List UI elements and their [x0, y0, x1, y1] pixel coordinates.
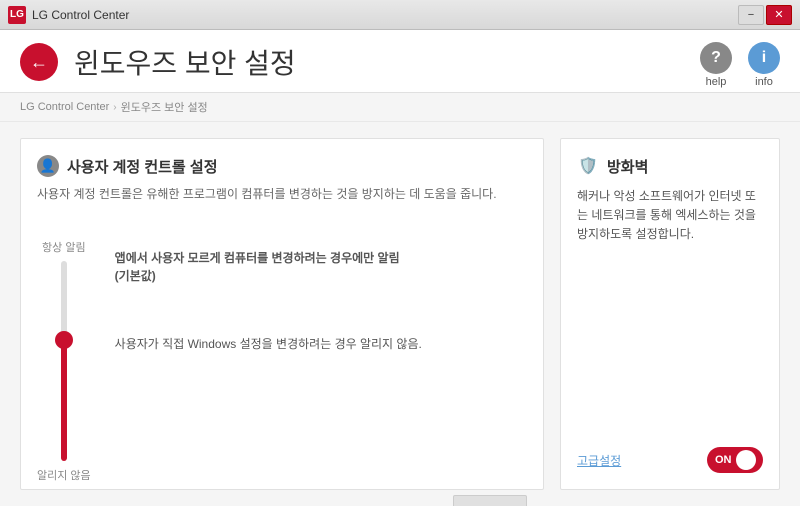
- window-controls: − ✕: [738, 5, 792, 25]
- firewall-header: 🛡️ 방화벽: [577, 155, 763, 177]
- user-account-icon: 👤: [37, 155, 59, 177]
- slider-dot-1: [61, 379, 67, 385]
- firewall-icon: 🛡️: [577, 155, 599, 177]
- info-label: info: [755, 76, 773, 88]
- toggle-knob: [736, 450, 756, 470]
- breadcrumb-separator: ›: [113, 102, 116, 113]
- info-button[interactable]: i info: [748, 42, 780, 88]
- breadcrumb-home[interactable]: LG Control Center: [20, 101, 109, 113]
- firewall-footer: 고급설정 ON: [577, 447, 763, 473]
- help-label: help: [706, 76, 727, 88]
- back-icon: ←: [30, 52, 48, 73]
- firewall-toggle[interactable]: ON: [707, 447, 763, 473]
- slider-option-1: 앱에서 사용자 모르게 컴퓨터를 변경하려는 경우에만 알림(기본값): [115, 249, 527, 285]
- breadcrumb-current: 윈도우즈 보안 설정: [121, 99, 208, 115]
- close-button[interactable]: ✕: [766, 5, 792, 25]
- minimize-button[interactable]: −: [738, 5, 764, 25]
- advanced-settings-link[interactable]: 고급설정: [577, 452, 621, 469]
- slider-dot-2: [61, 426, 67, 432]
- slider-top-label: 항상 알림: [42, 239, 86, 255]
- header-icons: ? help i info: [700, 42, 780, 88]
- help-button[interactable]: ? help: [700, 42, 732, 88]
- main-window: ← 윈도우즈 보안 설정 ? help i info LG Control Ce…: [0, 30, 800, 506]
- uac-slider-area: 항상 알림 알리지 않음: [37, 219, 527, 483]
- apply-button[interactable]: 적용: [453, 495, 527, 506]
- info-circle: i: [748, 42, 780, 74]
- apply-button-area: 적용: [37, 495, 527, 506]
- slider-option-2: 사용자가 직접 Windows 설정을 변경하려는 경우 알리지 않음.: [115, 335, 527, 353]
- back-button[interactable]: ←: [20, 43, 58, 81]
- app-logo: LG: [8, 6, 26, 24]
- firewall-title: 방화벽: [607, 156, 648, 177]
- help-circle: ?: [700, 42, 732, 74]
- firewall-panel: 🛡️ 방화벽 해커나 악성 소프트웨어가 인터넷 또는 네트워크를 통해 엑세스…: [560, 138, 780, 490]
- uac-description: 사용자 계정 컨트롤은 유해한 프로그램이 컴퓨터를 변경하는 것을 방지하는 …: [37, 185, 527, 203]
- toggle-label: ON: [715, 454, 732, 466]
- breadcrumb: LG Control Center › 윈도우즈 보안 설정: [0, 93, 800, 122]
- page-title: 윈도우즈 보안 설정: [74, 42, 296, 82]
- slider-thumb[interactable]: [55, 331, 73, 349]
- title-bar-text: LG Control Center: [32, 8, 738, 22]
- slider-options: 앱에서 사용자 모르게 컴퓨터를 변경하려는 경우에만 알림(기본값) 사용자가…: [115, 219, 527, 483]
- firewall-description: 해커나 악성 소프트웨어가 인터넷 또는 네트워크를 통해 엑세스하는 것을 방…: [577, 187, 763, 447]
- slider-bottom-label: 알리지 않음: [37, 467, 91, 483]
- uac-panel: 👤 사용자 계정 컨트롤 설정 사용자 계정 컨트롤은 유해한 프로그램이 컴퓨…: [20, 138, 544, 490]
- uac-section-header: 👤 사용자 계정 컨트롤 설정: [37, 155, 527, 177]
- content-area: 👤 사용자 계정 컨트롤 설정 사용자 계정 컨트롤은 유해한 프로그램이 컴퓨…: [0, 122, 800, 506]
- header: ← 윈도우즈 보안 설정 ? help i info: [0, 30, 800, 93]
- uac-title: 사용자 계정 컨트롤 설정: [67, 156, 218, 177]
- title-bar: LG LG Control Center − ✕: [0, 0, 800, 30]
